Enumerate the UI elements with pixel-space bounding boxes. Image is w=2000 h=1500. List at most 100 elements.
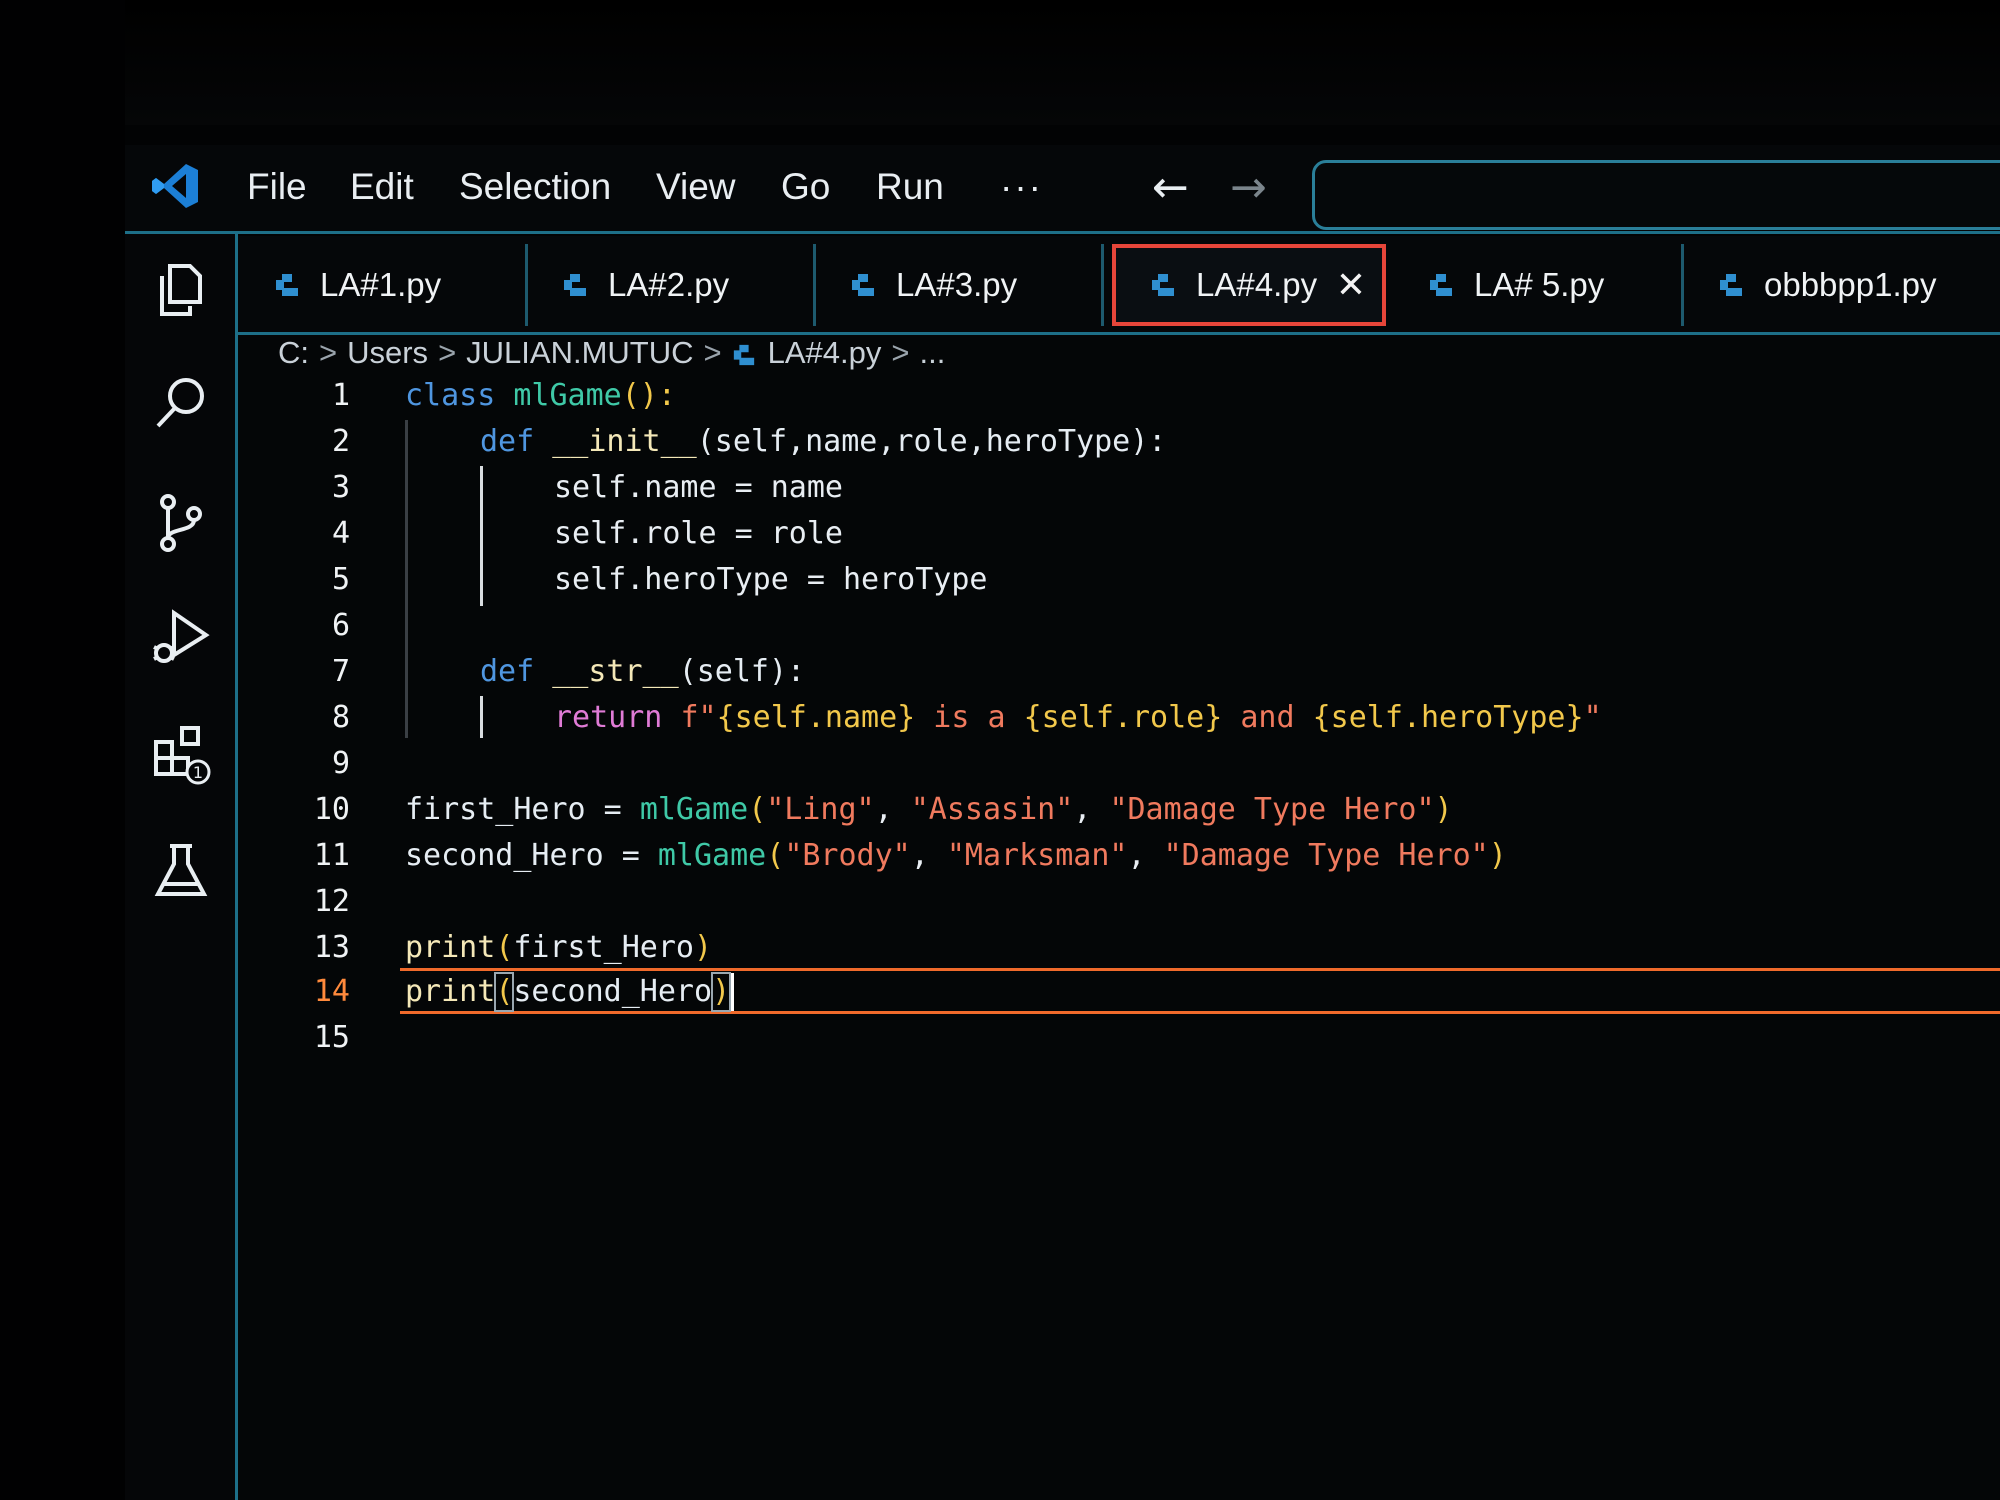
line-number: 15: [313, 1020, 350, 1055]
line-number: 3: [331, 470, 350, 505]
keyword: return: [554, 700, 663, 735]
python-file-icon: [1720, 274, 1742, 296]
tab-label: LA#1.py: [320, 266, 442, 303]
code-line-13[interactable]: print(first_Hero): [405, 926, 712, 970]
code-line-8[interactable]: return f"{self.name} is a {self.role} an…: [554, 696, 1602, 740]
breadcrumb-symbol[interactable]: ...: [920, 335, 946, 370]
fstring-expr: {self.name}: [716, 700, 916, 735]
variable: first_Hero: [513, 930, 694, 965]
punctuation: (: [748, 792, 767, 827]
close-icon[interactable]: ✕: [1336, 266, 1366, 306]
back-arrow-icon[interactable]: ←: [1152, 162, 1189, 214]
python-file-icon: [852, 274, 874, 296]
line-number: 4: [331, 516, 350, 551]
testing-icon[interactable]: [148, 838, 214, 904]
string: "Ling": [766, 792, 875, 827]
menu-file[interactable]: File: [247, 160, 307, 214]
function-name: print: [405, 930, 496, 965]
line-number: 10: [313, 792, 350, 827]
code-line-14[interactable]: print(second_Hero): [405, 970, 730, 1014]
extensions-icon[interactable]: 1: [148, 720, 214, 786]
class-name: mlGame: [639, 792, 749, 827]
parameters: (self,name,role,heroType):: [696, 424, 1167, 459]
line-number: 8: [331, 700, 350, 735]
menu-run[interactable]: Run: [876, 160, 944, 214]
text-cursor: [731, 973, 734, 1011]
menu-go[interactable]: Go: [781, 160, 830, 214]
keyword: class: [405, 378, 496, 413]
code-line-10[interactable]: first_Hero = mlGame("Ling", "Assasin", "…: [405, 788, 1453, 832]
code-line-11[interactable]: second_Hero = mlGame("Brody", "Marksman"…: [405, 834, 1507, 878]
bracket-match-highlight: [494, 972, 514, 1012]
forward-arrow-icon[interactable]: →: [1230, 162, 1267, 214]
code-line-2[interactable]: def __init__(self,name,role,heroType):: [480, 420, 1166, 464]
operator: =: [603, 838, 658, 873]
tab-la1[interactable]: LA#1.py: [240, 244, 528, 326]
python-file-icon: [1430, 274, 1452, 296]
code-line-4[interactable]: self.role = role: [554, 512, 843, 556]
code-line-7[interactable]: def __str__(self):: [480, 650, 805, 694]
tab-label: LA# 5.py: [1474, 266, 1605, 303]
punctuation: ): [1488, 838, 1507, 873]
tab-la2[interactable]: LA#2.py: [528, 244, 816, 326]
breadcrumb-drive[interactable]: C:: [278, 335, 309, 370]
variable: first_Hero: [405, 792, 586, 827]
menu-view[interactable]: View: [656, 160, 736, 214]
chevron-right-icon: >: [703, 335, 722, 370]
vscode-logo-icon: [152, 164, 198, 208]
tab-label: obbbpp1.py: [1764, 266, 1937, 303]
chevron-right-icon: >: [319, 335, 338, 370]
line-number: 1: [331, 378, 350, 413]
screen-bezel-left: [0, 0, 125, 1500]
code-line-3[interactable]: self.name = name: [554, 466, 843, 510]
menu-more[interactable]: ···: [1000, 160, 1043, 214]
bracket-match-highlight: [711, 972, 731, 1012]
function-name: print: [405, 974, 496, 1009]
string: and: [1222, 700, 1313, 735]
run-debug-icon[interactable]: [148, 605, 214, 671]
keyword: def: [480, 424, 535, 459]
svg-text:1: 1: [193, 763, 203, 782]
keyword: def: [480, 654, 535, 689]
tab-la4[interactable]: LA#4.py ✕: [1112, 244, 1386, 326]
explorer-icon[interactable]: [148, 258, 214, 324]
menu-edit[interactable]: Edit: [350, 160, 414, 214]
line-number-current: 14: [313, 974, 350, 1009]
variable: second_Hero: [513, 974, 713, 1009]
breadcrumb-file[interactable]: LA#4.py: [768, 335, 882, 370]
string: "Damage Type Hero": [1109, 792, 1435, 827]
menu-bar-border: [125, 231, 2000, 234]
breadcrumb-users[interactable]: Users: [347, 335, 428, 370]
class-name: mlGame: [513, 378, 622, 413]
command-center-search[interactable]: [1312, 160, 2000, 230]
punctuation: ): [694, 930, 713, 965]
line-number: 11: [313, 838, 350, 873]
indent-guide-active: [480, 696, 483, 738]
line-number: 12: [313, 884, 350, 919]
tab-obbbpp1[interactable]: obbbpp1.py: [1684, 244, 2000, 326]
string: is a: [915, 700, 1024, 735]
function-name: __str__: [552, 654, 679, 689]
menu-selection[interactable]: Selection: [459, 160, 611, 214]
code-line-1[interactable]: class mlGame():: [405, 374, 676, 418]
search-icon[interactable]: [148, 372, 214, 438]
line-number: 5: [331, 562, 350, 597]
tab-la5[interactable]: LA# 5.py: [1394, 244, 1684, 326]
screen-bezel-top: [0, 0, 2000, 125]
python-file-icon: [733, 344, 754, 365]
tab-la3[interactable]: LA#3.py: [816, 244, 1104, 326]
indent-guide: [405, 420, 408, 738]
code-line-5[interactable]: self.heroType = heroType: [554, 558, 987, 602]
line-number: 13: [313, 930, 350, 965]
line-number: 9: [331, 746, 350, 781]
punctuation: (: [766, 838, 785, 873]
string: "Brody": [784, 838, 911, 873]
editor-area[interactable]: [238, 335, 2000, 1500]
punctuation: ): [1434, 792, 1453, 827]
source-control-icon[interactable]: [148, 490, 214, 556]
breadcrumb: C: > Users > JULIAN.MUTUC > LA#4.py >...: [278, 328, 945, 378]
string: "Damage Type Hero": [1163, 838, 1489, 873]
class-name: mlGame: [657, 838, 767, 873]
breadcrumb-user-folder[interactable]: JULIAN.MUTUC: [466, 335, 693, 370]
line-number: 7: [331, 654, 350, 689]
